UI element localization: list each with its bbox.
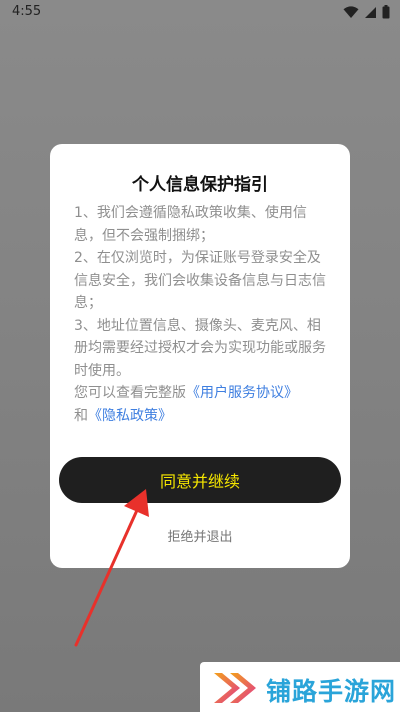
dialog-title: 个人信息保护指引 xyxy=(132,175,268,195)
policy-notice-line-2: 和《隐私政策》 xyxy=(74,405,330,428)
watermark-text: 铺路手游网 xyxy=(266,677,397,706)
policy-item-2: 2、在仅浏览时，为保证账号登录安全及信息安全，我们会收集设备信息与日志信息； xyxy=(74,250,326,311)
user-agreement-link[interactable]: 《用户服务协议》 xyxy=(186,385,298,401)
policy-text: 1、我们会遵循隐私政策收集、使用信息，但不会强制捆绑； 2、在仅浏览时，为保证账… xyxy=(74,202,330,427)
reject-exit-link[interactable]: 拒绝并退出 xyxy=(50,526,350,545)
battery-icon xyxy=(382,5,390,19)
status-icons xyxy=(343,5,390,19)
agree-continue-button[interactable]: 同意并继续 xyxy=(59,457,341,503)
policy-item-3: 3、地址位置信息、摄像头、麦克风、相册均需要经过授权才会为实现功能或服务时使用。 xyxy=(74,317,326,379)
status-bar: 4:55 xyxy=(0,0,400,24)
watermark: 铺路手游网 xyxy=(200,662,400,712)
double-chevron-logo-icon xyxy=(212,671,258,709)
notice-and: 和 xyxy=(74,407,88,424)
policy-notice: 您可以查看完整版《用户服务协议》 xyxy=(74,382,330,405)
policy-item-1: 1、我们会遵循隐私政策收集、使用信息，但不会强制捆绑； xyxy=(74,205,307,244)
signal-icon xyxy=(364,6,377,19)
notice-prefix: 您可以查看完整版 xyxy=(74,385,186,401)
privacy-policy-link[interactable]: 《隐私政策》 xyxy=(88,408,172,424)
privacy-dialog: 个人信息保护指引 1、我们会遵循隐私政策收集、使用信息，但不会强制捆绑； 2、在… xyxy=(50,144,350,568)
wifi-icon xyxy=(343,5,359,19)
status-time: 4:55 xyxy=(12,4,42,19)
